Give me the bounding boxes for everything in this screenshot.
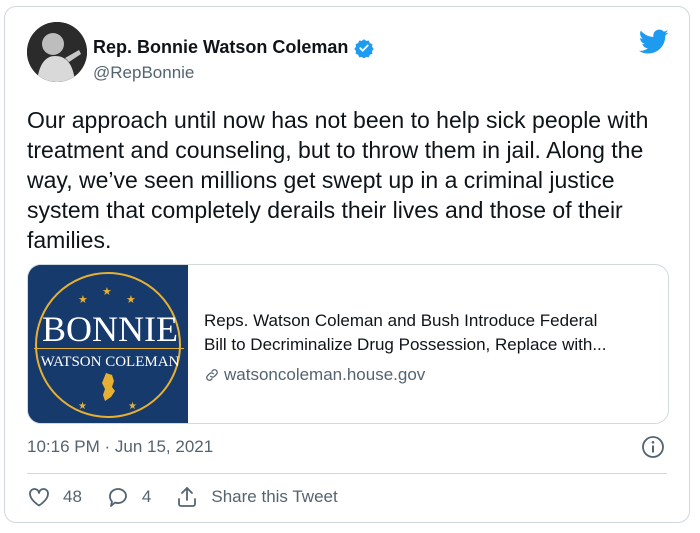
link-title-line1[interactable]: Reps. Watson Coleman and Bush Introduce …: [204, 309, 607, 333]
author-name[interactable]: Rep. Bonnie Watson Coleman: [93, 37, 348, 58]
share-button[interactable]: Share this Tweet: [175, 485, 338, 509]
svg-text:★: ★: [128, 401, 137, 412]
tweet-card: Rep. Bonnie Watson Coleman @RepBonnie Ou…: [4, 6, 690, 523]
like-button[interactable]: 48: [27, 485, 82, 509]
image-text-bonnie: BONNIE: [42, 309, 178, 349]
link-preview-card[interactable]: ★ ★ ★ BONNIE WATSON COLEMAN ★ ★ Reps. Wa…: [27, 264, 669, 424]
image-text-watson-coleman: WATSON COLEMAN: [41, 354, 180, 370]
link-preview-image: ★ ★ ★ BONNIE WATSON COLEMAN ★ ★: [28, 265, 188, 423]
info-icon[interactable]: [641, 435, 665, 459]
reply-icon: [109, 488, 127, 507]
share-label: Share this Tweet: [211, 487, 338, 506]
link-domain[interactable]: watsoncoleman.house.gov: [224, 363, 425, 387]
divider: [27, 473, 667, 474]
reply-count: 4: [141, 487, 152, 506]
svg-text:★: ★: [78, 401, 87, 412]
twitter-bird-icon[interactable]: [639, 29, 669, 55]
svg-text:★: ★: [78, 293, 88, 306]
verified-badge-icon: [354, 38, 375, 58]
author-handle[interactable]: @RepBonnie: [93, 63, 194, 83]
link-icon: [206, 369, 218, 381]
reply-button[interactable]: 4: [106, 485, 151, 509]
share-icon: [178, 487, 197, 507]
link-title-line2[interactable]: Bill to Decriminalize Drug Possession, R…: [204, 333, 607, 357]
heart-icon: [29, 488, 49, 507]
svg-text:★: ★: [126, 293, 136, 306]
tweet-text: Our approach until now has not been to h…: [27, 107, 649, 253]
svg-text:★: ★: [102, 285, 112, 298]
tweet-timestamp[interactable]: 10:16 PM · Jun 15, 2021: [27, 437, 213, 457]
avatar[interactable]: [27, 22, 87, 82]
like-count: 48: [63, 487, 82, 506]
